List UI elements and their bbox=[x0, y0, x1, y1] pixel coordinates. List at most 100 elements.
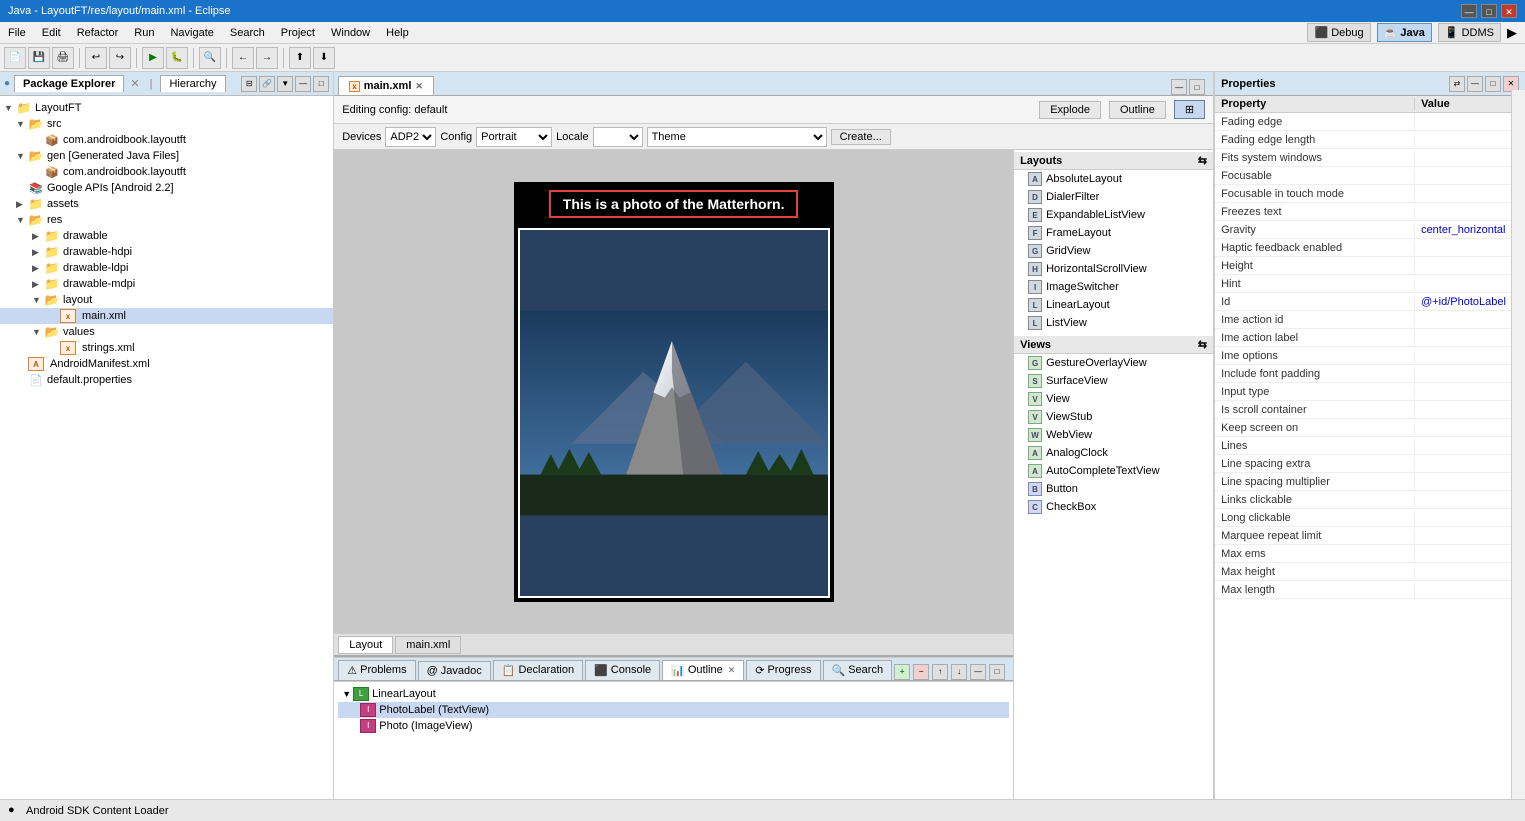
menu-edit[interactable]: Edit bbox=[34, 25, 69, 41]
remove-item-btn[interactable]: − bbox=[913, 664, 929, 680]
prev-edit-btn[interactable]: ⬆ bbox=[289, 47, 311, 69]
prop-value[interactable] bbox=[1415, 193, 1525, 195]
view-item-gestureoverlayview[interactable]: G GestureOverlayView bbox=[1014, 354, 1213, 372]
tab-close-btn[interactable]: ✕ bbox=[415, 81, 423, 92]
props-scrollbar[interactable] bbox=[1511, 90, 1525, 799]
prop-value[interactable]: center_horizontal bbox=[1415, 223, 1525, 237]
prop-value[interactable] bbox=[1415, 517, 1525, 519]
tab-outline[interactable]: 📊 Outline ✕ bbox=[662, 660, 744, 680]
view-menu-icon[interactable]: ▼ bbox=[277, 76, 293, 92]
layout-tab[interactable]: Layout bbox=[338, 636, 393, 654]
tree-item-drawable-hdpi[interactable]: ▶ 📁 drawable-hdpi bbox=[0, 244, 333, 260]
theme-select[interactable]: Theme bbox=[647, 127, 827, 147]
prop-value[interactable] bbox=[1415, 499, 1525, 501]
menu-window[interactable]: Window bbox=[323, 25, 378, 41]
layout-item-dialerfilter[interactable]: D DialerFilter bbox=[1014, 188, 1213, 206]
new-btn[interactable]: 📄 bbox=[4, 47, 26, 69]
layout-item-expandablelistview[interactable]: E ExpandableListView bbox=[1014, 206, 1213, 224]
toggle-view-button[interactable]: ⊞ bbox=[1174, 100, 1205, 119]
prop-value[interactable] bbox=[1415, 175, 1525, 177]
menu-help[interactable]: Help bbox=[378, 25, 417, 41]
explode-button[interactable]: Explode bbox=[1039, 101, 1101, 119]
outline-item-linearlayout[interactable]: ▼ L LinearLayout bbox=[338, 686, 1009, 702]
prop-value[interactable] bbox=[1415, 121, 1525, 123]
java-perspective-btn[interactable]: ☕ Java bbox=[1377, 23, 1432, 42]
menu-refactor[interactable]: Refactor bbox=[69, 25, 127, 41]
tab-package-explorer[interactable]: Package Explorer bbox=[14, 75, 124, 92]
view-item-view[interactable]: V View bbox=[1014, 390, 1213, 408]
view-item-surfaceview[interactable]: S SurfaceView bbox=[1014, 372, 1213, 390]
run-btn[interactable]: ▶ bbox=[142, 47, 164, 69]
outline-item-photolabel[interactable]: I PhotoLabel (TextView) bbox=[338, 702, 1009, 718]
prop-value[interactable] bbox=[1415, 211, 1525, 213]
prop-value[interactable] bbox=[1415, 373, 1525, 375]
tree-item-google-apis[interactable]: 📚 Google APIs [Android 2.2] bbox=[0, 180, 333, 196]
tree-item-main-xml[interactable]: x main.xml bbox=[0, 308, 333, 324]
tab-javadoc[interactable]: @ Javadoc bbox=[418, 661, 491, 680]
view-item-viewstub[interactable]: V ViewStub bbox=[1014, 408, 1213, 426]
panel-max-btn[interactable]: □ bbox=[989, 664, 1005, 680]
rp-min-icon[interactable]: — bbox=[1467, 76, 1483, 92]
print-btn[interactable]: 🖨 bbox=[52, 47, 74, 69]
layouts-section-header[interactable]: Layouts ⇆ bbox=[1014, 152, 1213, 170]
source-tab[interactable]: main.xml bbox=[395, 636, 461, 654]
perspective-open-btn[interactable]: ▶ bbox=[1507, 25, 1517, 41]
link-with-editor-icon[interactable]: 🔗 bbox=[259, 76, 275, 92]
layout-item-absolutelayout[interactable]: A AbsoluteLayout bbox=[1014, 170, 1213, 188]
layout-item-horizontalscrollview[interactable]: H HorizontalScrollView bbox=[1014, 260, 1213, 278]
layout-item-linearlayout[interactable]: L LinearLayout bbox=[1014, 296, 1213, 314]
tree-item-res[interactable]: ▼ 📂 res bbox=[0, 212, 333, 228]
prop-value[interactable] bbox=[1415, 571, 1525, 573]
tab-hierarchy[interactable]: Hierarchy bbox=[160, 75, 225, 92]
menu-search[interactable]: Search bbox=[222, 25, 273, 41]
menu-file[interactable]: File bbox=[0, 25, 34, 41]
tab-search[interactable]: 🔍 Search bbox=[823, 660, 893, 680]
views-section-header[interactable]: Views ⇆ bbox=[1014, 336, 1213, 354]
tree-item-drawable-mdpi[interactable]: ▶ 📁 drawable-mdpi bbox=[0, 276, 333, 292]
prop-value[interactable] bbox=[1415, 283, 1525, 285]
tree-item-drawable[interactable]: ▶ 📁 drawable bbox=[0, 228, 333, 244]
tree-item-values[interactable]: ▼ 📂 values bbox=[0, 324, 333, 340]
tree-item-assets[interactable]: ▶ 📁 assets bbox=[0, 196, 333, 212]
close-button[interactable]: ✕ bbox=[1501, 4, 1517, 18]
save-btn[interactable]: 💾 bbox=[28, 47, 50, 69]
view-item-autocompletetextview[interactable]: A AutoCompleteTextView bbox=[1014, 462, 1213, 480]
create-config-button[interactable]: Create... bbox=[831, 129, 891, 145]
tree-item-layout[interactable]: ▼ 📂 layout bbox=[0, 292, 333, 308]
prop-value[interactable] bbox=[1415, 391, 1525, 393]
view-item-button[interactable]: B Button bbox=[1014, 480, 1213, 498]
menu-navigate[interactable]: Navigate bbox=[162, 25, 221, 41]
layout-item-imageswitcher[interactable]: I ImageSwitcher bbox=[1014, 278, 1213, 296]
config-select[interactable]: Portrait Landscape bbox=[476, 127, 552, 147]
tree-item-pkg1[interactable]: 📦 com.androidbook.layoutft bbox=[0, 132, 333, 148]
view-item-checkbox[interactable]: C CheckBox bbox=[1014, 498, 1213, 516]
forward-btn[interactable]: → bbox=[256, 47, 278, 69]
layout-item-framelayout[interactable]: F FrameLayout bbox=[1014, 224, 1213, 242]
view-item-webview[interactable]: W WebView bbox=[1014, 426, 1213, 444]
maximize-panel-icon[interactable]: □ bbox=[313, 76, 329, 92]
add-item-btn[interactable]: + bbox=[894, 664, 910, 680]
debug-btn[interactable]: 🐛 bbox=[166, 47, 188, 69]
tree-item-pkg2[interactable]: 📦 com.androidbook.layoutft bbox=[0, 164, 333, 180]
prop-value[interactable] bbox=[1415, 427, 1525, 429]
prop-value[interactable] bbox=[1415, 319, 1525, 321]
prop-value[interactable] bbox=[1415, 463, 1525, 465]
prop-value[interactable] bbox=[1415, 337, 1525, 339]
device-select[interactable]: ADP2 bbox=[385, 127, 436, 147]
back-btn[interactable]: ← bbox=[232, 47, 254, 69]
collapse-all-icon[interactable]: ⊟ bbox=[241, 76, 257, 92]
tree-item-drawable-ldpi[interactable]: ▶ 📁 drawable-ldpi bbox=[0, 260, 333, 276]
move-down-btn[interactable]: ↓ bbox=[951, 664, 967, 680]
move-up-btn[interactable]: ↑ bbox=[932, 664, 948, 680]
debug-perspective-btn[interactable]: ⬛ Debug bbox=[1307, 23, 1370, 42]
editor-max-icon[interactable]: □ bbox=[1189, 79, 1205, 95]
prop-value[interactable] bbox=[1415, 247, 1525, 249]
editor-min-icon[interactable]: — bbox=[1171, 79, 1187, 95]
undo-btn[interactable]: ↩ bbox=[85, 47, 107, 69]
tab-main-xml[interactable]: x main.xml ✕ bbox=[338, 76, 434, 95]
tab-declaration[interactable]: 📋 Declaration bbox=[493, 660, 583, 680]
outline-item-photo[interactable]: I Photo (ImageView) bbox=[338, 718, 1009, 734]
prop-value[interactable] bbox=[1415, 589, 1525, 591]
tree-item-default-properties[interactable]: 📄 default.properties bbox=[0, 372, 333, 388]
prop-value[interactable] bbox=[1415, 157, 1525, 159]
